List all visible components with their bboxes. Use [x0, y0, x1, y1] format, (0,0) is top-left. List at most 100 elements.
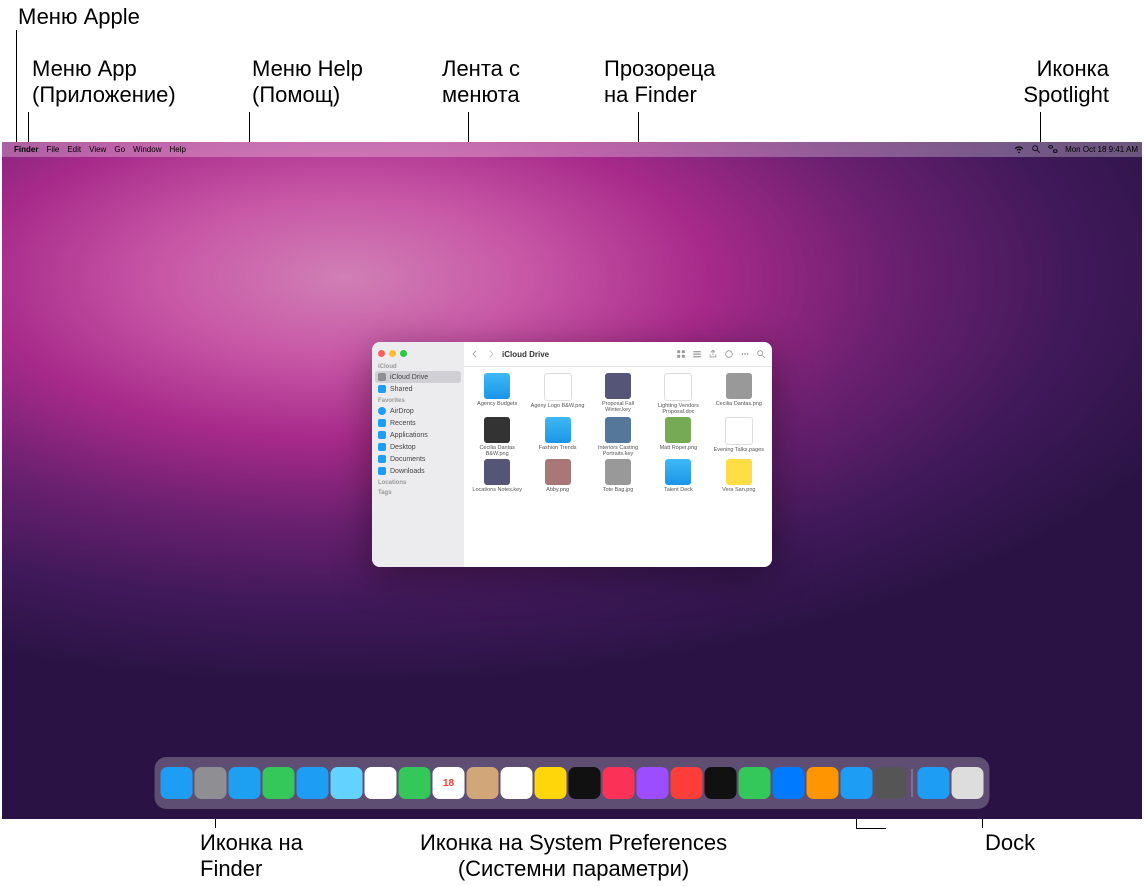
file-item[interactable]: Locations Notes.key: [468, 459, 526, 493]
sidebar-item-shared[interactable]: Shared: [372, 383, 464, 395]
file-item[interactable]: Matt Roper.png: [649, 417, 707, 457]
dock-finder[interactable]: [161, 767, 193, 799]
menu-file[interactable]: File: [46, 145, 59, 154]
dock-music[interactable]: [603, 767, 635, 799]
dock-contacts[interactable]: [467, 767, 499, 799]
file-label: Tote Bag.jpg: [603, 487, 634, 493]
dock-mail[interactable]: [297, 767, 329, 799]
file-item[interactable]: Talent Deck: [649, 459, 707, 493]
menu-help[interactable]: Help: [169, 145, 185, 154]
dock-pages[interactable]: [807, 767, 839, 799]
file-item[interactable]: Ageny Logo B&W.png: [528, 373, 586, 415]
file-label: Proposal Fall Winter.key: [589, 401, 647, 413]
clock[interactable]: Mon Oct 18 9:41 AM: [1065, 145, 1138, 154]
callout-menu-bar: Лента с менюта: [442, 56, 520, 109]
dock-photos[interactable]: [365, 767, 397, 799]
menu-edit[interactable]: Edit: [67, 145, 81, 154]
back-button[interactable]: [470, 349, 480, 359]
file-item[interactable]: Interiors Casting Portraits.key: [589, 417, 647, 457]
dock-trash[interactable]: [952, 767, 984, 799]
action-button[interactable]: [740, 349, 750, 359]
file-item[interactable]: Tote Bag.jpg: [589, 459, 647, 493]
dock-appstore[interactable]: [841, 767, 873, 799]
forward-button[interactable]: [486, 349, 496, 359]
dock-keynote[interactable]: [773, 767, 805, 799]
dock-safari[interactable]: [229, 767, 261, 799]
callout-spotlight: Иконка Spotlight: [1023, 56, 1109, 109]
minimize-button[interactable]: [389, 350, 396, 357]
callout-dock: Dock: [985, 830, 1035, 856]
file-grid: Agency Budgets Ageny Logo B&W.pngProposal…: [464, 367, 772, 567]
control-center-icon[interactable]: [1048, 144, 1058, 156]
dock-calendar[interactable]: 18: [433, 767, 465, 799]
wifi-icon[interactable]: [1014, 144, 1024, 156]
file-label: Agency Budgets: [477, 401, 517, 407]
dock-launchpad[interactable]: [195, 767, 227, 799]
sidebar-section-icloud: iCloud: [372, 361, 464, 371]
sidebar-item-airdrop[interactable]: AirDrop: [372, 405, 464, 417]
spotlight-icon[interactable]: [1031, 144, 1041, 156]
dock: 18: [155, 757, 990, 809]
file-item[interactable]: Abby.png: [528, 459, 586, 493]
menu-view[interactable]: View: [89, 145, 106, 154]
zoom-button[interactable]: [400, 350, 407, 357]
window-title: iCloud Drive: [502, 350, 549, 359]
file-item[interactable]: Cecilia Dantas.png: [710, 373, 768, 415]
sidebar-section-locations: Locations: [372, 477, 464, 487]
file-label: Abby.png: [546, 487, 569, 493]
file-label: Locations Notes.key: [472, 487, 522, 493]
tag-button[interactable]: [724, 349, 734, 359]
callout-help-menu: Меню Help (Помощ): [252, 56, 363, 109]
file-item[interactable]: Lighting Vendors Proposal.doc: [649, 373, 707, 415]
group-button[interactable]: [692, 349, 702, 359]
sidebar-item-desktop[interactable]: Desktop: [372, 441, 464, 453]
view-icons-button[interactable]: [676, 349, 686, 359]
callout-finder-icon: Иконка на Finder: [200, 830, 303, 883]
sidebar-item-recents[interactable]: Recents: [372, 417, 464, 429]
finder-window: iCloud iCloud Drive Shared Favorites Air…: [372, 342, 772, 567]
file-item[interactable]: Fashion Trends: [528, 417, 586, 457]
leader-line: [16, 30, 17, 150]
sidebar-item-applications[interactable]: Applications: [372, 429, 464, 441]
desktop: Finder File Edit View Go Window Help Mon…: [2, 142, 1142, 819]
file-label: Matt Roper.png: [660, 445, 698, 451]
dock-numbers[interactable]: [739, 767, 771, 799]
sidebar-item-documents[interactable]: Documents: [372, 453, 464, 465]
dock-downloads[interactable]: [918, 767, 950, 799]
file-label: Talent Deck: [664, 487, 693, 493]
file-label: Vera San.png: [722, 487, 755, 493]
search-button[interactable]: [756, 349, 766, 359]
sidebar-item-icloud-drive[interactable]: iCloud Drive: [375, 371, 461, 383]
dock-stocks[interactable]: [705, 767, 737, 799]
menu-finder[interactable]: Finder: [14, 145, 38, 154]
dock-syspref[interactable]: [875, 767, 907, 799]
dock-maps[interactable]: [331, 767, 363, 799]
menu-window[interactable]: Window: [133, 145, 161, 154]
callout-finder-window: Прозореца на Finder: [604, 56, 715, 109]
dock-news[interactable]: [671, 767, 703, 799]
window-controls: [372, 346, 464, 361]
dock-facetime[interactable]: [399, 767, 431, 799]
dock-tv[interactable]: [569, 767, 601, 799]
share-button[interactable]: [708, 349, 718, 359]
file-item[interactable]: Proposal Fall Winter.key: [589, 373, 647, 415]
finder-sidebar: iCloud iCloud Drive Shared Favorites Air…: [372, 342, 464, 567]
dock-notes[interactable]: [535, 767, 567, 799]
close-button[interactable]: [378, 350, 385, 357]
file-label: Lighting Vendors Proposal.doc: [649, 403, 707, 415]
menu-go[interactable]: Go: [114, 145, 125, 154]
dock-messages[interactable]: [263, 767, 295, 799]
file-label: Cecilia Dantas.png: [716, 401, 762, 407]
dock-podcasts[interactable]: [637, 767, 669, 799]
dock-reminders[interactable]: [501, 767, 533, 799]
file-item[interactable]: Vera San.png: [710, 459, 768, 493]
callout-apple-menu: Меню Apple: [18, 4, 140, 30]
sidebar-item-downloads[interactable]: Downloads: [372, 465, 464, 477]
callout-app-menu: Меню App (Приложение): [32, 56, 176, 109]
finder-toolbar: iCloud Drive: [464, 342, 772, 367]
callout-syspref-icon: Иконка на System Preferences (Системни п…: [420, 830, 727, 883]
file-item[interactable]: Evening Talks.pages: [710, 417, 768, 457]
file-item[interactable]: Agency Budgets: [468, 373, 526, 415]
dock-separator: [912, 769, 913, 797]
file-item[interactable]: Cecilia Dantas B&W.png: [468, 417, 526, 457]
